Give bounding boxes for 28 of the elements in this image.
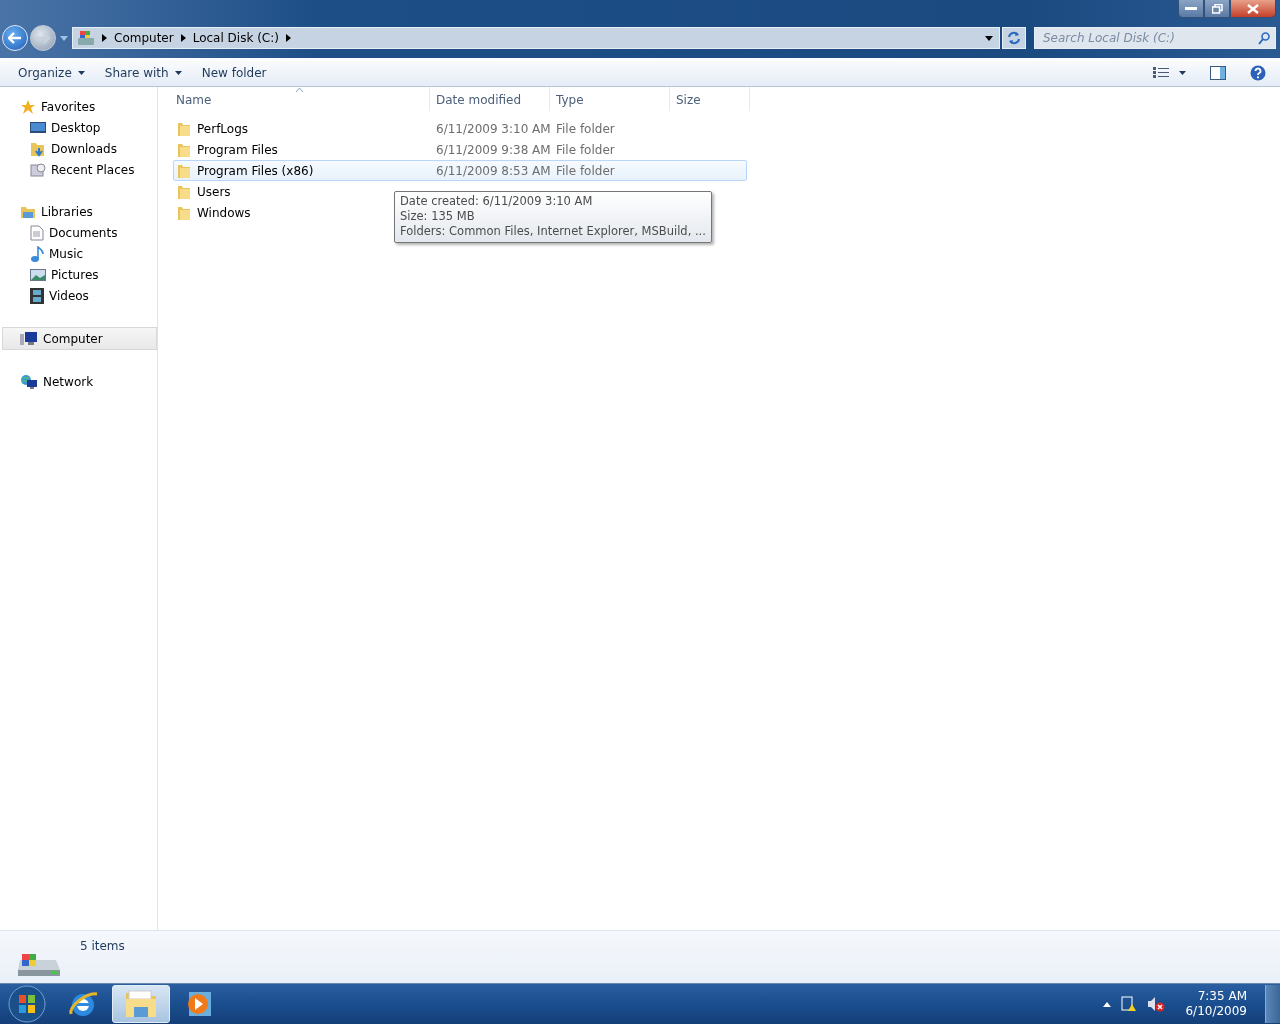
file-type: File folder bbox=[556, 121, 615, 136]
nav-label: Videos bbox=[49, 288, 89, 303]
file-name: Program Files bbox=[197, 142, 278, 157]
nav-label: Music bbox=[49, 246, 84, 261]
nav-label: Computer bbox=[43, 331, 103, 346]
nav-label: Favorites bbox=[41, 99, 96, 114]
date-modified: 6/11/2009 9:38 AM bbox=[436, 142, 551, 157]
tooltip-line: Folders: Common Files, Internet Explorer, MSBuild, ... bbox=[400, 224, 706, 239]
file-name: PerfLogs bbox=[197, 121, 249, 136]
nav-label: Network bbox=[43, 374, 94, 389]
file-type: File folder bbox=[556, 142, 615, 157]
tooltip-line: Date created: 6/11/2009 3:10 AM bbox=[400, 194, 594, 209]
date-modified: 6/11/2009 3:10 AM bbox=[436, 121, 551, 136]
nav-label: Pictures bbox=[51, 267, 99, 282]
date-modified: 6/11/2009 8:53 AM bbox=[436, 163, 551, 178]
file-name: Windows bbox=[197, 205, 251, 220]
clock-time: 7:35 AM bbox=[1197, 989, 1247, 1004]
nav-label: Documents bbox=[49, 225, 118, 240]
nav-label: Downloads bbox=[51, 141, 117, 156]
nav-label: Desktop bbox=[51, 120, 101, 135]
nav-label: Recent Places bbox=[51, 162, 135, 177]
file-name: Program Files (x86) bbox=[197, 163, 314, 178]
nav-label: Libraries bbox=[41, 204, 93, 219]
file-name: Users bbox=[197, 184, 231, 199]
file-type: File folder bbox=[556, 163, 615, 178]
clock-date: 6/10/2009 bbox=[1185, 1004, 1247, 1019]
tooltip-line: Size: 135 MB bbox=[400, 209, 476, 224]
item-count: 5 items bbox=[80, 939, 125, 953]
